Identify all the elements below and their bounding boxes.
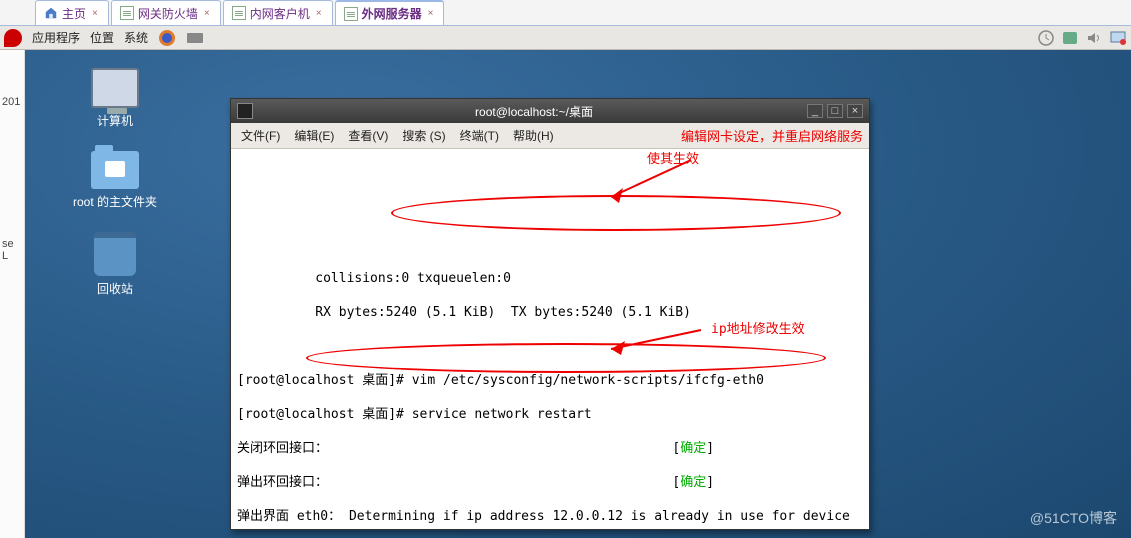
folder-icon <box>91 151 139 189</box>
maximize-button[interactable]: □ <box>827 104 843 118</box>
annotation-ellipse <box>306 343 826 373</box>
menu-file[interactable]: 文件(F) <box>241 127 280 144</box>
sidebar-text: se L <box>2 238 22 262</box>
annotation-text: 编辑网卡设定，并重启网络服务 <box>681 126 863 145</box>
term-line: RX bytes:5240 (5.1 KiB) TX bytes:5240 (5… <box>237 305 691 320</box>
term-line: 弹出环回接口： [确定] <box>237 475 714 490</box>
menu-terminal[interactable]: 终端(T) <box>460 127 499 144</box>
close-icon[interactable]: × <box>314 8 324 19</box>
desktop-icon-root-home[interactable]: root 的主文件夹 <box>60 151 170 210</box>
close-button[interactable]: × <box>847 104 863 118</box>
term-line: 弹出界面 eth0： Determining if ip address 12.… <box>237 509 850 524</box>
computer-icon <box>91 68 139 108</box>
close-icon[interactable]: × <box>426 8 436 19</box>
vm-tab-label: 主页 <box>62 5 86 22</box>
desktop[interactable]: 201 se L 计算机 root 的主文件夹 回收站 root@localho… <box>0 50 1131 538</box>
icon-label: root 的主文件夹 <box>73 193 157 210</box>
term-line: collisions:0 txqueuelen:0 <box>237 271 511 286</box>
term-line: [root@localhost 桌面]# vim /etc/sysconfig/… <box>237 373 764 388</box>
menu-system[interactable]: 系统 <box>124 29 148 46</box>
desktop-icon-trash[interactable]: 回收站 <box>60 232 170 297</box>
vm-tab-bar: 主页 × 网关防火墙 × 内网客户机 × 外网服务器 × <box>0 0 1131 26</box>
window-titlebar[interactable]: root@localhost:~/桌面 _ □ × <box>231 99 869 123</box>
vm-tab-label: 内网客户机 <box>250 5 310 22</box>
firefox-icon[interactable] <box>158 29 176 47</box>
input-method-icon[interactable] <box>1061 29 1079 47</box>
annotation-ellipse <box>391 195 841 231</box>
icon-label: 计算机 <box>97 112 133 129</box>
menu-applications[interactable]: 应用程序 <box>32 29 80 46</box>
network-icon[interactable] <box>1109 29 1127 47</box>
minimize-button[interactable]: _ <box>807 104 823 118</box>
menu-search[interactable]: 搜索 (S) <box>402 127 445 144</box>
window-title: root@localhost:~/桌面 <box>261 103 807 120</box>
close-icon[interactable]: × <box>202 8 212 19</box>
gnome-panel: 应用程序 位置 系统 <box>0 26 1131 50</box>
annotation-arrow-icon <box>601 325 711 355</box>
vm-tab-server[interactable]: 外网服务器 × <box>335 0 445 25</box>
vm-tab-home[interactable]: 主页 × <box>35 0 109 25</box>
menu-places[interactable]: 位置 <box>90 29 114 46</box>
doc-icon <box>120 6 134 20</box>
sidebar-text: 201 <box>2 96 22 108</box>
vm-tab-label: 外网服务器 <box>362 5 422 22</box>
terminal-menubar: 文件(F) 编辑(E) 查看(V) 搜索 (S) 终端(T) 帮助(H) 编辑网… <box>231 123 869 149</box>
annotation-text: ip地址修改生效 <box>711 321 805 338</box>
distro-logo-icon <box>4 29 22 47</box>
volume-icon[interactable] <box>1085 29 1103 47</box>
host-sidebar: 201 se L <box>0 50 25 538</box>
icon-label: 回收站 <box>97 280 133 297</box>
menu-edit[interactable]: 编辑(E) <box>294 127 334 144</box>
menu-help[interactable]: 帮助(H) <box>513 127 554 144</box>
menu-view[interactable]: 查看(V) <box>348 127 388 144</box>
term-line: 关闭环回接口： [确定] <box>237 441 714 456</box>
term-line: [root@localhost 桌面]# service network res… <box>237 407 592 422</box>
doc-icon <box>232 6 246 20</box>
vm-tab-gateway[interactable]: 网关防火墙 × <box>111 0 221 25</box>
watermark: @51CTO博客 <box>1030 508 1117 528</box>
vm-tab-client[interactable]: 内网客户机 × <box>223 0 333 25</box>
terminal-window[interactable]: root@localhost:~/桌面 _ □ × 文件(F) 编辑(E) 查看… <box>230 98 870 530</box>
terminal-output[interactable]: 使其生效 ip地址修改生效 collisions:0 txqueuelen:0 … <box>231 149 869 529</box>
vm-tab-label: 网关防火墙 <box>138 5 198 22</box>
keyboard-icon[interactable] <box>186 29 204 47</box>
trash-icon <box>94 232 136 276</box>
annotation-text: 使其生效 <box>647 151 699 168</box>
clock-icon[interactable] <box>1037 29 1055 47</box>
desktop-icon-computer[interactable]: 计算机 <box>60 68 170 129</box>
close-icon[interactable]: × <box>90 8 100 19</box>
home-icon <box>44 6 58 20</box>
doc-icon <box>344 7 358 21</box>
terminal-icon <box>237 103 253 119</box>
